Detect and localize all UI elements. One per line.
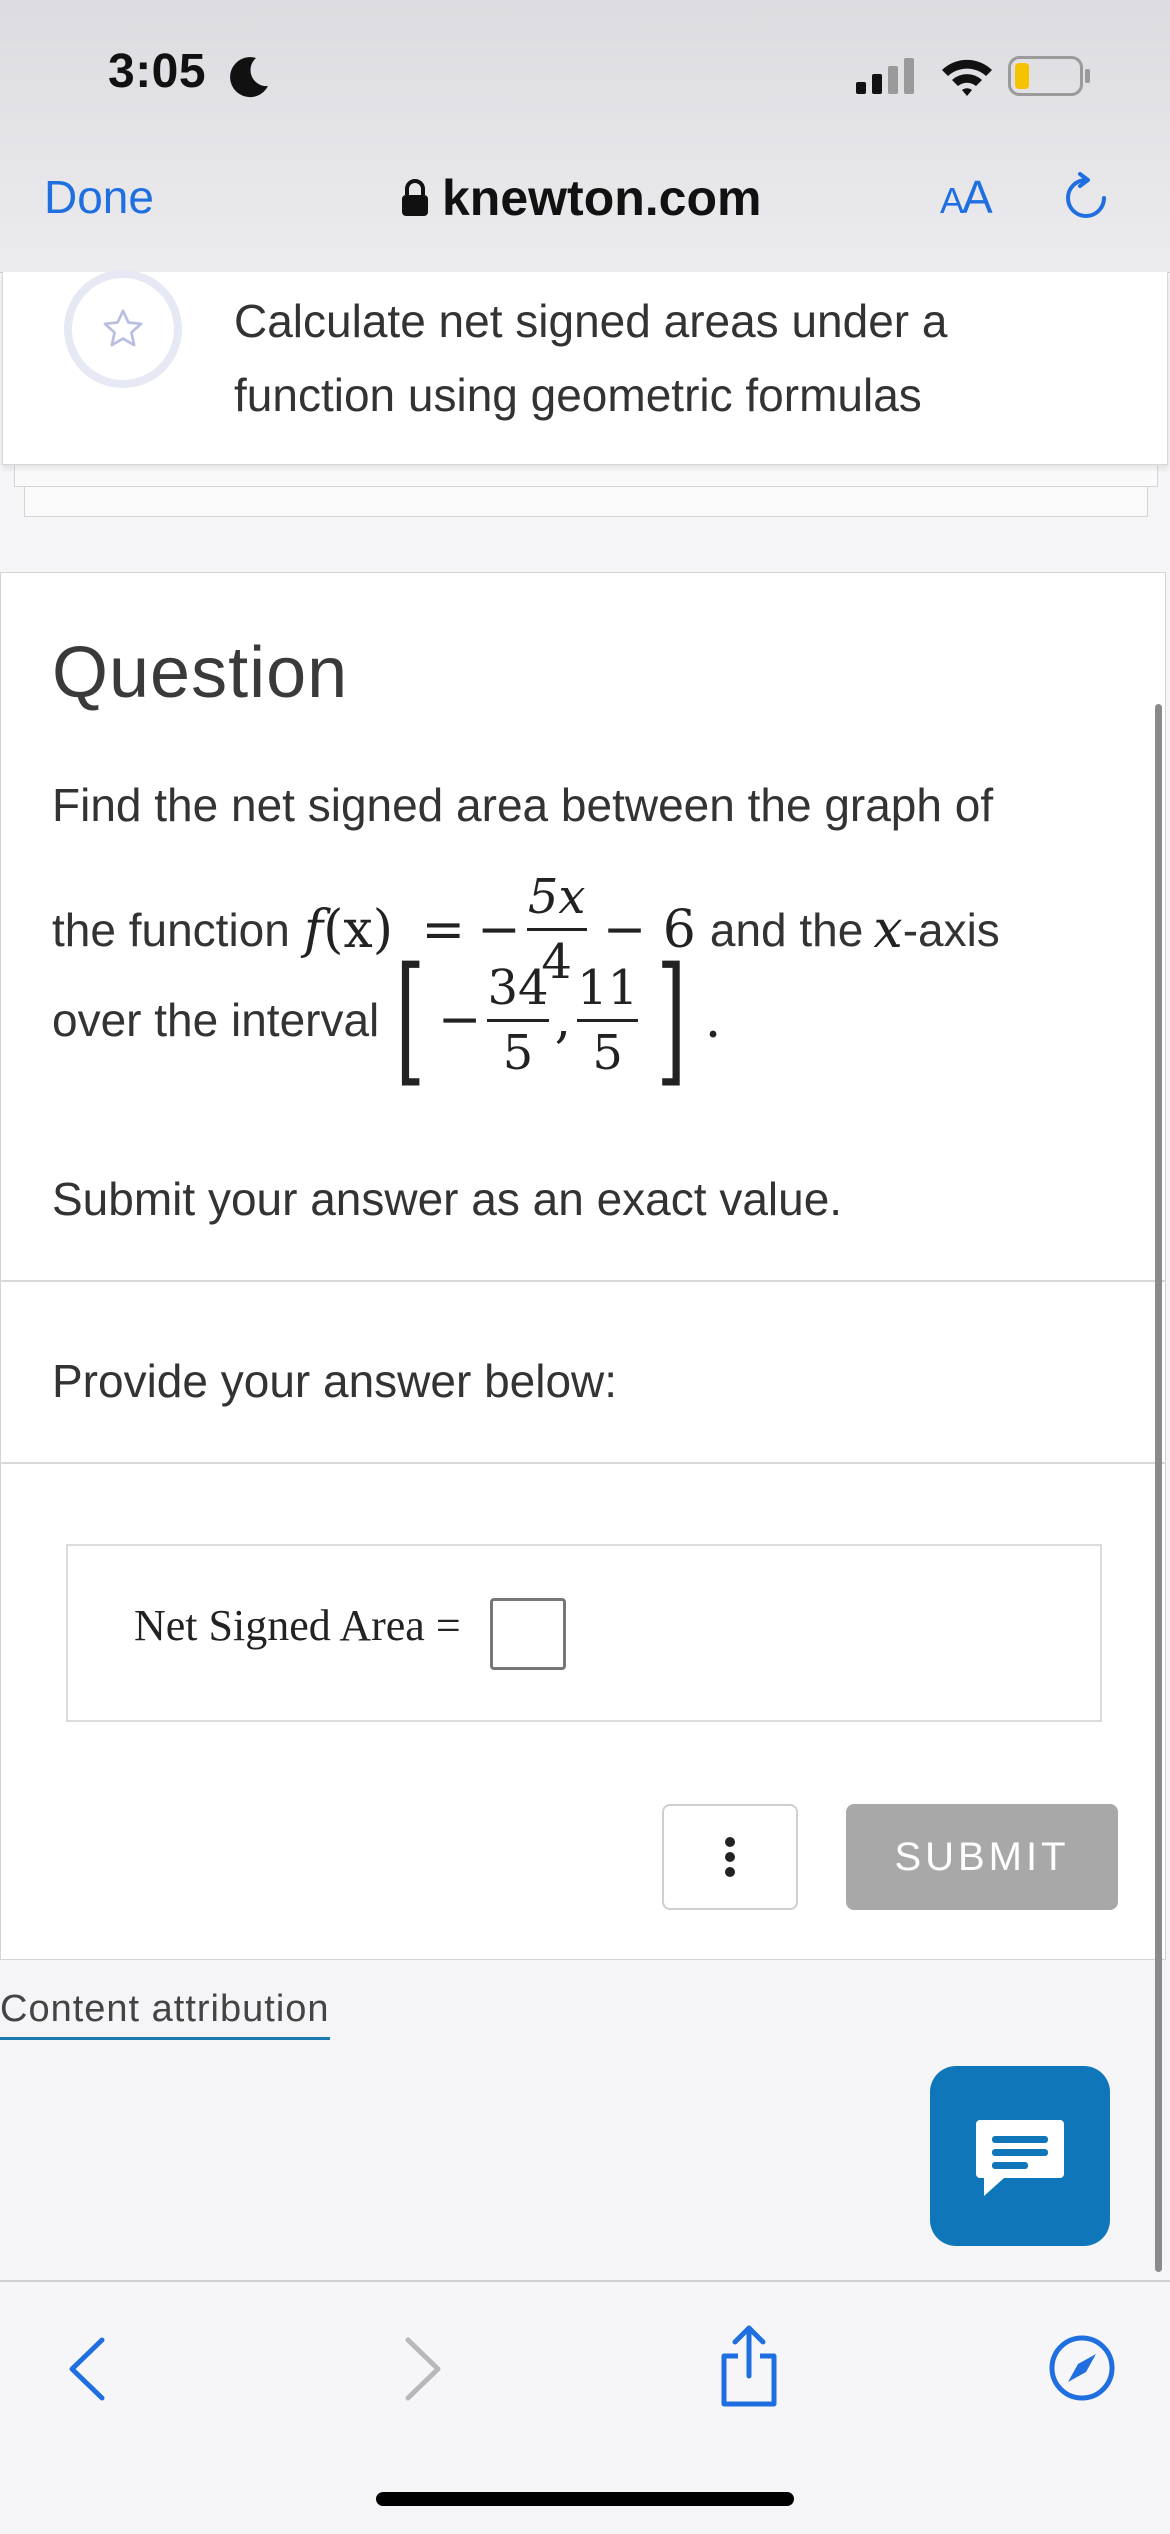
section-divider bbox=[0, 1462, 1166, 1464]
done-button[interactable]: Done bbox=[44, 170, 154, 224]
url-text: knewton.com bbox=[442, 170, 762, 226]
fraction-bar bbox=[526, 928, 587, 931]
question-text: over the interval bbox=[52, 994, 380, 1046]
wifi-icon bbox=[942, 59, 992, 96]
more-vertical-icon bbox=[725, 1837, 735, 1877]
moon-icon bbox=[230, 57, 268, 98]
fraction-numerator: 34 bbox=[487, 959, 549, 1016]
fraction-numerator: 11 bbox=[577, 959, 639, 1016]
battery-icon bbox=[1008, 56, 1090, 96]
submit-button[interactable]: SUBMIT bbox=[846, 1804, 1118, 1910]
question-text-line1: Find the net signed area between the gra… bbox=[52, 779, 994, 831]
answer-input[interactable] bbox=[490, 1598, 566, 1670]
share-icon[interactable] bbox=[716, 2324, 782, 2408]
function-argument: (x) bbox=[323, 899, 393, 960]
compass-icon[interactable] bbox=[1048, 2334, 1116, 2402]
question-heading: Question bbox=[52, 633, 349, 713]
axis-variable: x bbox=[873, 899, 903, 960]
text-size-small: A bbox=[940, 180, 964, 221]
objective-badge bbox=[64, 270, 182, 388]
fraction-denominator: 5 bbox=[502, 1024, 534, 1081]
fraction-bar bbox=[487, 1018, 549, 1022]
interval-end-fraction: 11 5 bbox=[577, 959, 639, 1081]
chat-icon bbox=[976, 2120, 1064, 2196]
comma: , bbox=[554, 990, 572, 1050]
browser-chrome bbox=[0, 0, 1170, 273]
function-name: f bbox=[303, 899, 324, 960]
address-bar[interactable]: knewton.com bbox=[400, 168, 761, 228]
back-arrow-icon[interactable] bbox=[64, 2334, 108, 2404]
reload-icon[interactable] bbox=[1060, 172, 1112, 224]
objective-text: Calculate net signed areas under a funct… bbox=[234, 295, 948, 421]
right-bracket: ] bbox=[656, 938, 687, 1101]
forward-arrow-icon bbox=[405, 2337, 441, 2401]
home-indicator bbox=[376, 2492, 794, 2506]
interval-start-fraction: 34 5 bbox=[487, 959, 549, 1081]
cellular-signal-icon bbox=[856, 58, 914, 94]
submit-instruction: Submit your answer as an exact value. bbox=[52, 1173, 843, 1225]
lock-icon bbox=[402, 179, 428, 216]
question-text: -axis bbox=[902, 903, 1000, 956]
fraction-denominator: 5 bbox=[592, 1024, 623, 1081]
text-size-large: A bbox=[962, 171, 993, 223]
question-text: the function bbox=[52, 903, 290, 956]
left-bracket: [ bbox=[395, 938, 426, 1101]
star-icon bbox=[103, 309, 143, 347]
period: . bbox=[704, 990, 722, 1050]
status-time: 3:05 bbox=[108, 45, 207, 98]
section-divider bbox=[0, 1280, 1166, 1282]
content-attribution-link[interactable]: Content attribution bbox=[0, 1988, 330, 2040]
fraction-bar bbox=[577, 1018, 639, 1022]
equals-sign: = bbox=[421, 899, 466, 960]
question-text-line3: over the interval [ − 34 5 , 11 5 ] . bbox=[52, 938, 722, 1101]
scrollbar[interactable] bbox=[1155, 704, 1162, 2272]
minus-sign: − bbox=[477, 899, 521, 960]
minus-sign: − bbox=[437, 990, 482, 1050]
answer-prompt: Provide your answer below: bbox=[52, 1355, 618, 1407]
question-text: and the bbox=[709, 903, 864, 956]
text-size-button[interactable]: AA bbox=[940, 170, 993, 224]
fraction-numerator: 5x bbox=[527, 869, 586, 925]
net-signed-area-label: Net Signed Area = bbox=[134, 1601, 461, 1650]
chat-button[interactable] bbox=[930, 2066, 1110, 2246]
card-stack-shadow bbox=[24, 486, 1148, 517]
card-stack-shadow bbox=[14, 466, 1158, 487]
more-options-button[interactable] bbox=[662, 1804, 798, 1910]
